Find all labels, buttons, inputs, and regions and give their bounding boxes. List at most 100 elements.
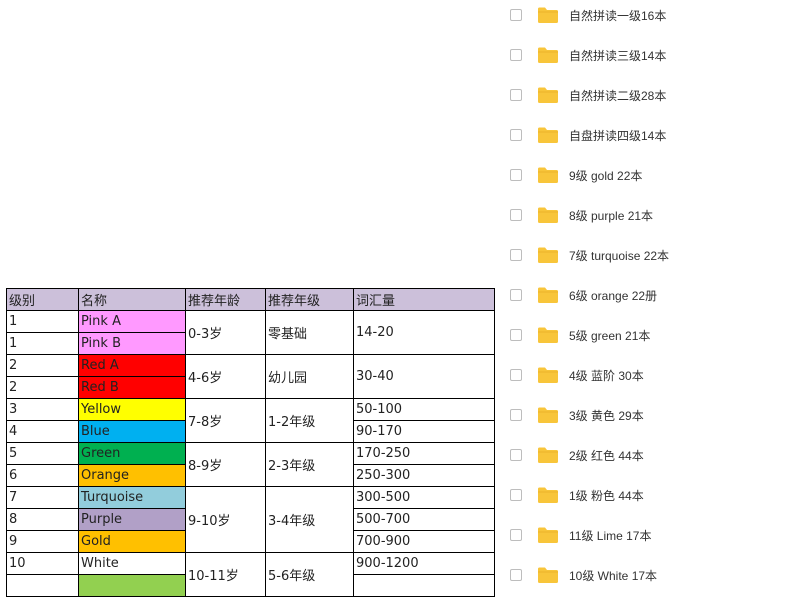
- table-row: 3 Yellow 7-8岁 1-2年级 50-100: [6, 398, 495, 443]
- file-row[interactable]: 9级 gold 22本: [506, 160, 806, 190]
- folder-icon: [538, 487, 558, 503]
- age-cell: 9-10岁: [185, 486, 266, 553]
- level-cell: 3: [6, 398, 79, 421]
- level-cell: 1: [6, 332, 79, 355]
- folder-icon: [538, 207, 558, 223]
- checkbox[interactable]: [510, 249, 522, 261]
- level-cell: 1: [6, 310, 79, 333]
- file-name: 自然拼读三级14本: [569, 48, 667, 63]
- level-cell: 10: [6, 552, 79, 575]
- table-row: 5 Green 8-9岁 2-3年级 170-250: [6, 442, 495, 487]
- checkbox[interactable]: [510, 9, 522, 21]
- file-name: 9级 gold 22本: [569, 168, 643, 183]
- checkbox[interactable]: [510, 289, 522, 301]
- checkbox[interactable]: [510, 129, 522, 141]
- name-cell: Pink B: [78, 332, 186, 355]
- checkbox[interactable]: [510, 569, 522, 581]
- name-cell: Turquoise: [78, 486, 186, 509]
- name-cell: Red B: [78, 376, 186, 399]
- vocab-cell: 500-700: [353, 508, 495, 531]
- file-name: 8级 purple 21本: [569, 208, 654, 223]
- file-row[interactable]: 7级 turquoise 22本: [506, 240, 806, 270]
- level-cell: 4: [6, 420, 79, 443]
- folder-icon: [538, 567, 558, 583]
- age-cell: 7-8岁: [185, 398, 266, 443]
- folder-icon: [538, 47, 558, 63]
- folder-icon: [538, 87, 558, 103]
- checkbox[interactable]: [510, 89, 522, 101]
- grade-cell: 3-4年级: [265, 486, 354, 553]
- file-row[interactable]: 10级 White 17本: [506, 560, 806, 590]
- file-name: 11级 Lime 17本: [569, 528, 652, 543]
- folder-icon: [538, 447, 558, 463]
- level-table: 级别 名称 推荐年龄 推荐年级 词汇量 1 Pink A 0-3岁 零基础 14…: [6, 288, 495, 597]
- checkbox[interactable]: [510, 489, 522, 501]
- grade-cell: 5-6年级: [265, 552, 354, 597]
- folder-icon: [538, 287, 558, 303]
- file-row[interactable]: 自然拼读三级14本: [506, 40, 806, 70]
- folder-icon: [538, 527, 558, 543]
- file-name: 1级 粉色 44本: [569, 488, 644, 503]
- name-cell: Purple: [78, 508, 186, 531]
- vocab-cell: 30-40: [353, 354, 495, 399]
- file-row[interactable]: 8级 purple 21本: [506, 200, 806, 230]
- file-name: 自然拼读二级28本: [569, 88, 667, 103]
- level-cell: 5: [6, 442, 79, 465]
- level-cell: 7: [6, 486, 79, 509]
- file-name: 6级 orange 22册: [569, 288, 658, 303]
- file-name: 3级 黄色 29本: [569, 408, 644, 423]
- file-row[interactable]: 自然拼读二级28本: [506, 80, 806, 110]
- folder-icon: [538, 327, 558, 343]
- folder-icon: [538, 7, 558, 23]
- grade-cell: 零基础: [265, 310, 354, 355]
- header-age: 推荐年龄: [185, 288, 266, 311]
- vocab-cell: 700-900: [353, 530, 495, 553]
- level-cell: 9: [6, 530, 79, 553]
- file-name: 自然拼读一级16本: [569, 8, 667, 23]
- header-name: 名称: [78, 288, 186, 311]
- checkbox[interactable]: [510, 209, 522, 221]
- file-row[interactable]: 4级 蓝阶 30本: [506, 360, 806, 390]
- folder-icon: [538, 247, 558, 263]
- vocab-cell: 900-1200: [353, 552, 495, 575]
- level-cell: 6: [6, 464, 79, 487]
- age-cell: 10-11岁: [185, 552, 266, 597]
- header-level: 级别: [6, 288, 79, 311]
- file-row[interactable]: 自盘拼读四级14本: [506, 120, 806, 150]
- checkbox[interactable]: [510, 169, 522, 181]
- grade-cell: 2-3年级: [265, 442, 354, 487]
- name-cell: Gold: [78, 530, 186, 553]
- folder-icon: [538, 167, 558, 183]
- grade-cell: 1-2年级: [265, 398, 354, 443]
- vocab-cell: 50-100: [353, 398, 495, 421]
- file-row[interactable]: 自然拼读一级16本: [506, 0, 806, 30]
- table-row: 1 Pink A 0-3岁 零基础 14-20: [6, 310, 495, 355]
- file-row[interactable]: 11级 Lime 17本: [506, 520, 806, 550]
- name-cell: Pink A: [78, 310, 186, 333]
- age-cell: 8-9岁: [185, 442, 266, 487]
- file-name: 4级 蓝阶 30本: [569, 368, 644, 383]
- checkbox[interactable]: [510, 529, 522, 541]
- file-row[interactable]: 2级 红色 44本: [506, 440, 806, 470]
- file-row[interactable]: 6级 orange 22册: [506, 280, 806, 310]
- file-row[interactable]: 3级 黄色 29本: [506, 400, 806, 430]
- header-vocab: 词汇量: [353, 288, 495, 311]
- checkbox[interactable]: [510, 369, 522, 381]
- age-cell: 0-3岁: [185, 310, 266, 355]
- checkbox[interactable]: [510, 409, 522, 421]
- level-cell: 8: [6, 508, 79, 531]
- name-cell: Yellow: [78, 398, 186, 421]
- file-row[interactable]: 1级 粉色 44本: [506, 480, 806, 510]
- file-row[interactable]: 5级 green 21本: [506, 320, 806, 350]
- folder-icon: [538, 367, 558, 383]
- file-name: 2级 红色 44本: [569, 448, 644, 463]
- checkbox[interactable]: [510, 449, 522, 461]
- checkbox[interactable]: [510, 329, 522, 341]
- vocab-cell: 300-500: [353, 486, 495, 509]
- checkbox[interactable]: [510, 49, 522, 61]
- name-cell: Blue: [78, 420, 186, 443]
- name-cell: White: [78, 552, 186, 575]
- vocab-cell: 170-250: [353, 442, 495, 465]
- file-name: 10级 White 17本: [569, 568, 658, 583]
- name-cell: Green: [78, 442, 186, 465]
